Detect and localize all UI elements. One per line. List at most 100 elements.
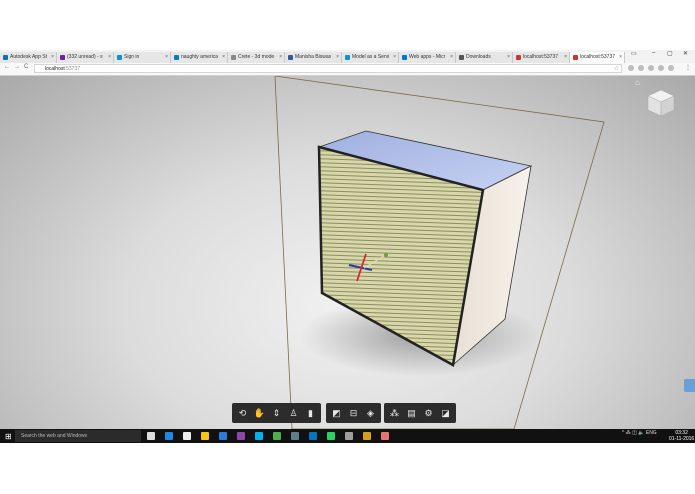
browser-tab[interactable]: Model as a Servi × [342, 52, 399, 63]
tab-favicon-icon [516, 55, 521, 60]
browser-tab[interactable]: naughty america × [171, 52, 228, 63]
tab-favicon-icon [60, 55, 65, 60]
tab-label: Model as a Servi [352, 54, 390, 60]
app-icon-12[interactable] [345, 432, 353, 440]
tab-label: Sign in [124, 54, 140, 60]
tab-favicon-icon [345, 55, 350, 60]
tab-label: Autodesk App St [10, 54, 47, 60]
browser-tab-strip: Autodesk App St × (332 unread) - s × Sign in… [0, 50, 695, 63]
dolly-icon[interactable]: ⇕ [268, 405, 285, 421]
store-icon[interactable] [183, 432, 191, 440]
extension-icon-1[interactable] [628, 65, 634, 71]
properties-icon[interactable]: ▤ [403, 405, 420, 421]
app-icon-9[interactable] [291, 432, 299, 440]
file-explorer-icon[interactable] [201, 432, 209, 440]
tab-close-icon[interactable]: × [165, 52, 168, 63]
reload-button[interactable]: C [24, 64, 28, 70]
browser-tab[interactable]: Autodesk App St × [0, 52, 57, 63]
tab-label: localhost:53737 [580, 54, 616, 60]
tab-close-icon[interactable]: × [279, 52, 282, 63]
url-host: localhost [45, 66, 65, 72]
tab-close-icon[interactable]: × [564, 52, 567, 63]
taskbar-search-box[interactable]: Search the web and Windows [15, 430, 141, 442]
fullscreen-icon[interactable]: ◪ [437, 405, 454, 421]
tab-close-icon[interactable]: × [507, 52, 510, 63]
close-button[interactable]: ✕ [683, 50, 688, 57]
explode-icon[interactable]: ◈ [362, 405, 379, 421]
tab-label: Crete - 3d mode [238, 54, 275, 60]
taskbar-clock[interactable]: 03:32 01-11-2016 [669, 430, 694, 442]
tab-close-icon[interactable]: × [51, 52, 54, 63]
browser-tab[interactable]: Manisha Biswas × [285, 52, 342, 63]
task-view-icon[interactable] [147, 432, 155, 440]
extension-icon-5[interactable] [668, 65, 674, 71]
extension-icon-2[interactable] [638, 65, 644, 71]
section-icon[interactable]: ⊟ [345, 405, 362, 421]
browser-tab[interactable]: Sign in × [114, 52, 171, 63]
tab-close-icon[interactable]: × [450, 52, 453, 63]
tab-favicon-icon [459, 55, 464, 60]
tab-favicon-icon [402, 55, 407, 60]
viewcube-widget[interactable] [646, 88, 676, 118]
tab-favicon-icon [174, 55, 179, 60]
browser-tab[interactable]: (332 unread) - s × [57, 52, 114, 63]
url-field[interactable]: localhost:53737 ☆ [34, 64, 622, 73]
whatsapp-icon[interactable] [327, 432, 335, 440]
tab-close-icon[interactable]: × [336, 52, 339, 63]
extension-icon-3[interactable] [648, 65, 654, 71]
settings-toolbar: ⁂ ▤ ⚙ ◪ [384, 403, 456, 423]
bookmark-star-icon[interactable]: ☆ [614, 65, 619, 74]
app-icon-14[interactable] [381, 432, 389, 440]
browser-tab[interactable]: Web apps - Micr × [399, 52, 456, 63]
browser-tab[interactable]: localhost:53737 × [570, 52, 625, 63]
navigation-toolbar: ⟲ ✋ ⇕ ♙ ▮ [232, 403, 321, 423]
windows-start-icon[interactable]: ⊞ [5, 432, 12, 441]
chrome-icon[interactable] [273, 432, 281, 440]
tab-label: (332 unread) - s [67, 54, 103, 60]
tab-label: Web apps - Micr [409, 54, 446, 60]
measure-icon[interactable]: ◩ [328, 405, 345, 421]
browser-menu-icon[interactable]: ⋮ [685, 64, 691, 71]
home-view-icon[interactable]: ⌂ [635, 78, 640, 87]
url-path: :53737 [64, 66, 81, 72]
tab-favicon-icon [117, 55, 122, 60]
tab-favicon-icon [288, 55, 293, 60]
skype-icon[interactable] [255, 432, 263, 440]
browser-tab[interactable]: localhost:53737 × [513, 52, 570, 63]
maximize-button[interactable]: ▢ [667, 50, 673, 57]
mail-icon[interactable] [219, 432, 227, 440]
edge-icon[interactable] [165, 432, 173, 440]
address-bar-row: ← → C localhost:53737 ☆ ⋮ [0, 63, 695, 76]
minimize-button[interactable]: – [652, 50, 655, 56]
tab-close-icon[interactable]: × [619, 52, 622, 63]
model-browser-icon[interactable]: ⁂ [386, 405, 403, 421]
settings-icon[interactable]: ⚙ [420, 405, 437, 421]
clock-date: 01-11-2016 [669, 436, 695, 442]
tab-label: localhost:53737 [523, 54, 559, 60]
tab-close-icon[interactable]: × [393, 52, 396, 63]
pan-icon[interactable]: ✋ [251, 405, 268, 421]
camera-icon[interactable]: ▮ [302, 405, 319, 421]
first-person-icon[interactable]: ♙ [285, 405, 302, 421]
windows-taskbar: ⊞ Search the web and Windows ^ ⁂ ◫ 🔈 ENG… [0, 429, 695, 443]
back-button[interactable]: ← [4, 64, 10, 70]
extension-icon-4[interactable] [658, 65, 664, 71]
app-icon-10[interactable] [309, 432, 317, 440]
tab-close-icon[interactable]: × [222, 52, 225, 63]
browser-tab[interactable]: Crete - 3d mode × [228, 52, 285, 63]
3d-model-scene [274, 76, 605, 429]
visual-studio-icon[interactable] [237, 432, 245, 440]
tab-label: Downloads [466, 54, 491, 60]
browser-tab[interactable]: Downloads × [456, 52, 513, 63]
app-icon-13[interactable] [363, 432, 371, 440]
model-viewer-canvas[interactable]: ⌂ ⟲ ✋ ⇕ ♙ ▮ ◩ ⊟ ◈ ⁂ ▤ ⚙ ◪ [0, 76, 695, 429]
tab-favicon-icon [573, 55, 578, 60]
forward-button[interactable]: → [14, 64, 20, 70]
new-tab-button[interactable]: ▭ [631, 50, 637, 57]
tab-close-icon[interactable]: × [108, 52, 111, 63]
orbit-icon[interactable]: ⟲ [234, 405, 251, 421]
system-tray[interactable]: ^ ⁂ ◫ 🔈 ENG [622, 430, 657, 436]
tab-favicon-icon [231, 55, 236, 60]
tab-favicon-icon [3, 55, 8, 60]
side-panel-toggle[interactable] [684, 379, 695, 392]
